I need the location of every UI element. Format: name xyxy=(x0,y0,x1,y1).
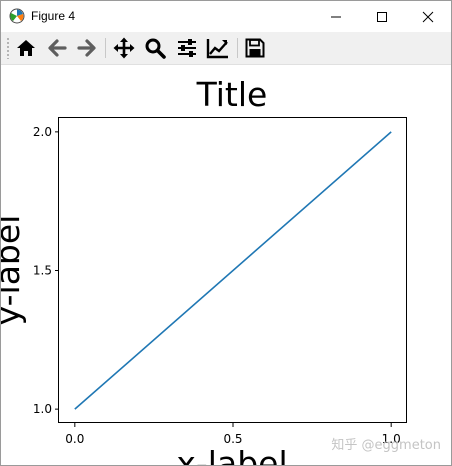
magnifier-icon xyxy=(145,38,166,59)
plot-area xyxy=(74,131,392,410)
toolbar-separator xyxy=(105,38,106,58)
series-line xyxy=(74,131,392,410)
navigation-toolbar xyxy=(1,32,451,65)
edit-axis-button[interactable] xyxy=(205,36,231,60)
x-tick-label: 0.0 xyxy=(65,432,84,446)
arrow-right-icon xyxy=(77,39,96,57)
matplotlib-logo-icon xyxy=(9,8,25,24)
save-button[interactable] xyxy=(242,36,268,60)
forward-button[interactable] xyxy=(74,36,100,60)
toolbar-separator xyxy=(237,38,238,58)
y-tick-label: 1.5 xyxy=(33,264,52,278)
line-chart-icon xyxy=(206,39,228,59)
minimize-button[interactable] xyxy=(313,1,359,32)
maximize-icon xyxy=(377,11,387,22)
title-bar[interactable]: Figure 4 xyxy=(1,1,451,32)
x-axis-label: x-label xyxy=(176,444,287,465)
watermark: 知乎 @eggmeton xyxy=(331,438,441,453)
sliders-icon xyxy=(178,39,196,57)
zoom-button[interactable] xyxy=(142,36,168,60)
chart-title: Title xyxy=(196,75,268,114)
close-button[interactable] xyxy=(405,1,451,32)
figure-canvas[interactable]: Title 1.0 1.5 2.0 0.0 0.5 1.0 x-label y-labe… xyxy=(1,65,451,465)
y-axis-label: y-label xyxy=(1,215,27,326)
home-icon xyxy=(17,40,35,56)
window-title: Figure 4 xyxy=(31,9,76,23)
y-axis: 1.0 1.5 2.0 xyxy=(33,125,59,416)
pan-button[interactable] xyxy=(111,36,137,60)
minimize-icon xyxy=(331,16,341,17)
home-button[interactable] xyxy=(13,36,39,60)
back-button[interactable] xyxy=(44,36,70,60)
move-icon xyxy=(113,37,135,59)
line-chart: Title 1.01.52.0 0.0 0.5 1.0 x-label y-labe… xyxy=(1,75,407,465)
arrow-left-icon xyxy=(48,39,67,57)
close-icon xyxy=(422,11,434,22)
figure-window: Figure 4 Title 1.0 1.5 2.0 0.0 0.5 1.0 x… xyxy=(0,0,452,466)
configure-subplots-button[interactable] xyxy=(174,36,200,60)
toolbar-grip[interactable] xyxy=(6,37,10,59)
maximize-button[interactable] xyxy=(359,1,405,32)
y-tick-label: 2.0 xyxy=(33,125,52,139)
y-tick-label: 1.0 xyxy=(33,402,52,416)
floppy-disk-icon xyxy=(245,38,265,58)
